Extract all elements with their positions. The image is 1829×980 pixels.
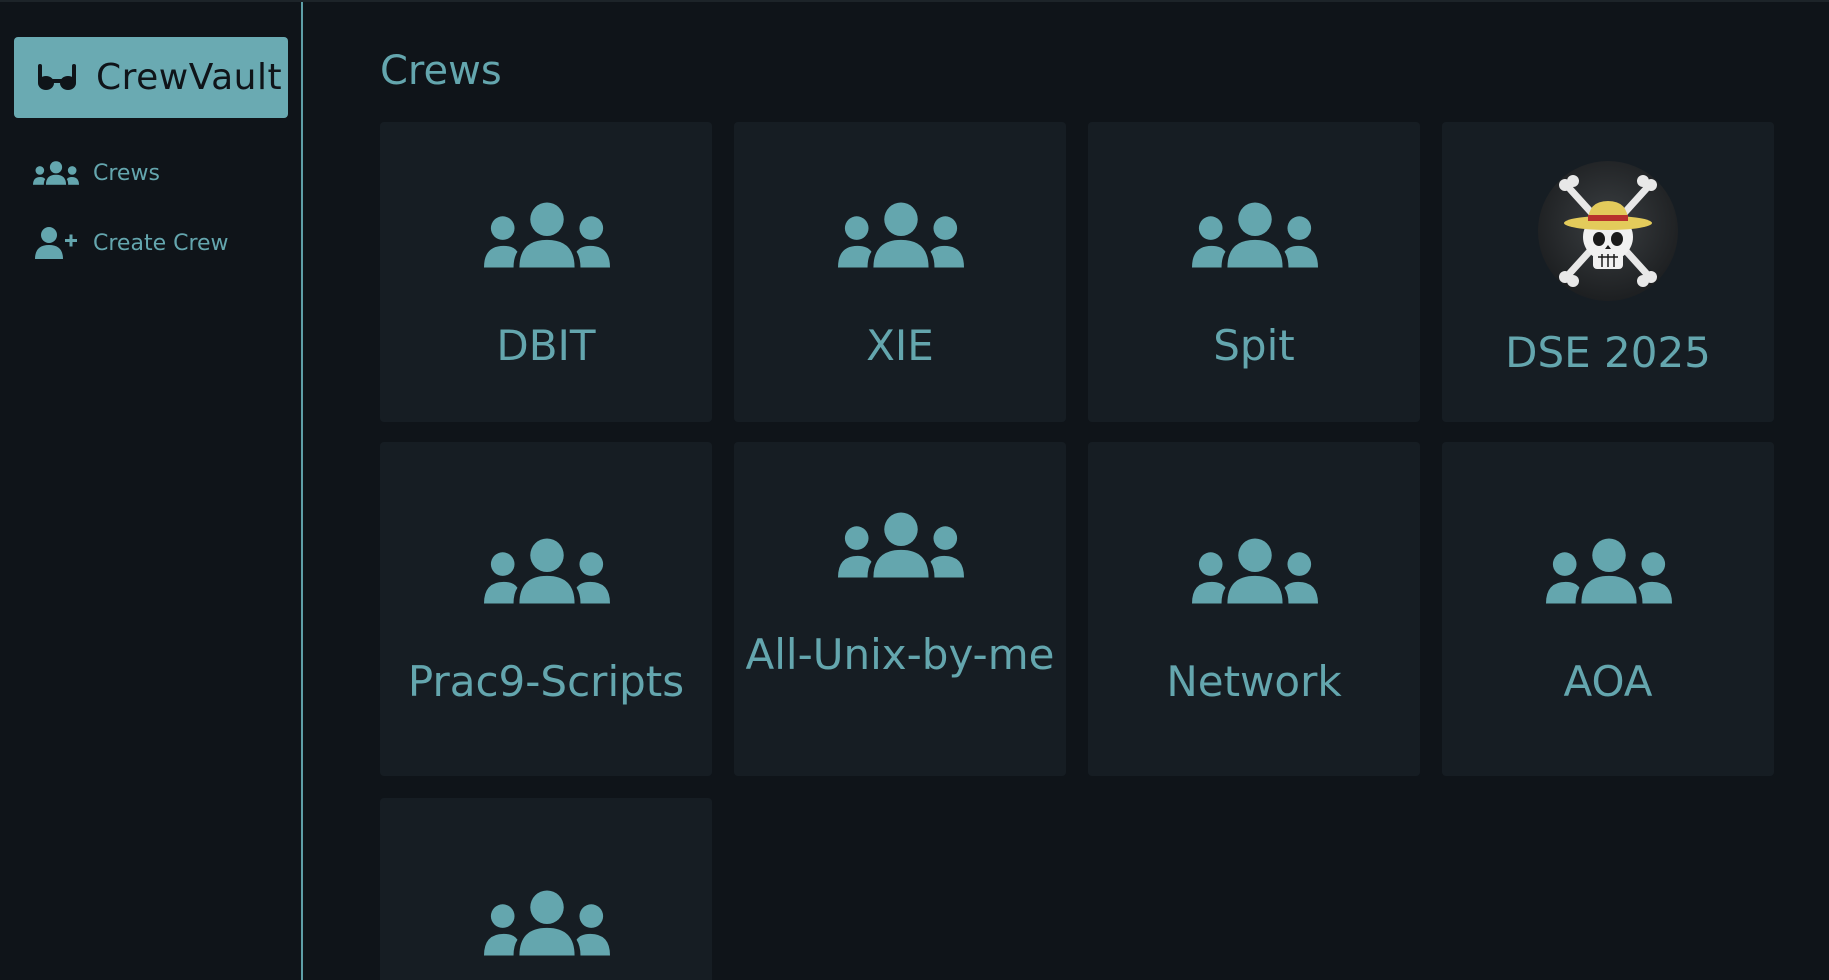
crew-card[interactable]: [380, 798, 712, 980]
brand-logo-button[interactable]: CrewVault: [14, 37, 288, 118]
glasses-icon: [38, 64, 76, 90]
crew-grid: DBIT XIE Spit DSE 2025 Prac9-Scripts All…: [380, 122, 1774, 980]
crew-card-xie[interactable]: XIE: [734, 122, 1066, 422]
app-name: CrewVault: [96, 57, 283, 98]
crew-name: DSE 2025: [1505, 328, 1711, 377]
crew-card-all-unix-by-me[interactable]: All-Unix-by-me: [734, 442, 1066, 776]
users-icon: [838, 202, 964, 268]
users-icon: [484, 202, 610, 268]
user-plus-icon: [35, 227, 77, 259]
users-icon: [1192, 538, 1318, 604]
sidebar: CrewVault Crews Create Crew: [0, 2, 303, 980]
crew-name: Network: [1166, 657, 1342, 706]
jolly-roger-straw-hat-image: [1538, 161, 1678, 301]
crew-card-dse-2025[interactable]: DSE 2025: [1442, 122, 1774, 422]
crew-name: Spit: [1213, 321, 1295, 370]
users-icon: [33, 157, 79, 189]
crew-card-network[interactable]: Network: [1088, 442, 1420, 776]
users-icon: [484, 890, 610, 956]
crew-card-aoa[interactable]: AOA: [1442, 442, 1774, 776]
users-icon: [1546, 538, 1672, 604]
page-title: Crews: [380, 48, 502, 94]
sidebar-item-crews[interactable]: Crews: [33, 153, 160, 193]
crew-name: Prac9-Scripts: [407, 657, 685, 706]
users-icon: [1192, 202, 1318, 268]
crew-name: AOA: [1563, 657, 1653, 706]
sidebar-item-create-crew[interactable]: Create Crew: [33, 223, 229, 263]
crew-card-dbit[interactable]: DBIT: [380, 122, 712, 422]
users-icon: [838, 512, 964, 578]
crew-name: XIE: [866, 321, 934, 370]
crew-card-prac9-scripts[interactable]: Prac9-Scripts: [380, 442, 712, 776]
crew-card-spit[interactable]: Spit: [1088, 122, 1420, 422]
crew-name: DBIT: [496, 321, 596, 370]
sidebar-item-label: Crews: [93, 160, 160, 186]
sidebar-item-label: Create Crew: [93, 230, 229, 256]
users-icon: [484, 538, 610, 604]
crew-name: All-Unix-by-me: [745, 630, 1055, 679]
